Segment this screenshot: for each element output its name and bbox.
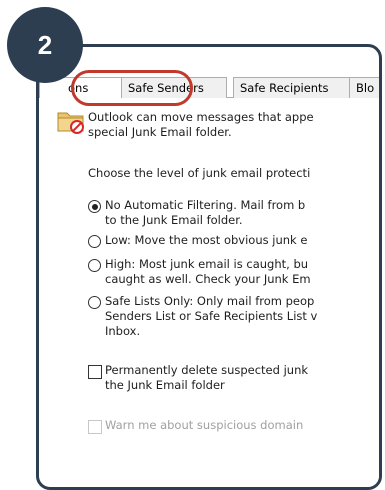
- permanent-delete-line-1: Permanently delete suspected junk: [105, 363, 309, 377]
- warn-suspicious-domain-label: Warn me about suspicious domain: [105, 418, 304, 432]
- radio-no-automatic-filtering[interactable]: [88, 200, 101, 213]
- tab-safe-recipients[interactable]: Safe Recipients: [233, 77, 353, 98]
- junk-folder-icon: [57, 112, 84, 134]
- screenshot-frame: ons Safe Senders Safe Recipients Blo Out…: [36, 44, 382, 490]
- warn-suspicious-domain-checkbox[interactable]: [88, 420, 102, 434]
- intro-line-1: Outlook can move messages that appe: [88, 110, 314, 124]
- level-prompt: Choose the level of junk email protecti: [88, 166, 311, 180]
- radio-low[interactable]: [88, 235, 101, 248]
- option-safe-lists-line-1: Safe Lists Only: Only mail from peop: [105, 294, 315, 308]
- radio-high[interactable]: [88, 259, 101, 272]
- tab-safe-recipients-label: Safe Recipients: [240, 81, 329, 95]
- step-number-badge: 2: [7, 7, 83, 83]
- option-high-line-2: caught as well. Check your Junk Em: [105, 272, 311, 286]
- radio-safe-lists-only[interactable]: [88, 296, 101, 309]
- option-safe-lists-line-3: Inbox.: [105, 324, 141, 338]
- option-no-filter-line-1: No Automatic Filtering. Mail from b: [105, 198, 306, 212]
- tab-blocked-label: Blo: [356, 81, 375, 95]
- option-high-line-1: High: Most junk email is caught, bu: [105, 257, 309, 271]
- junk-email-options-dialog: ons Safe Senders Safe Recipients Blo Out…: [39, 59, 379, 487]
- permanent-delete-line-2: the Junk Email folder: [105, 378, 225, 392]
- option-safe-lists-line-2: Senders List or Safe Recipients List v: [105, 309, 318, 323]
- intro-line-2: special Junk Email folder.: [88, 125, 232, 139]
- option-low-line-1: Low: Move the most obvious junk e: [105, 233, 308, 247]
- tab-blocked-senders[interactable]: Blo: [349, 77, 379, 98]
- permanent-delete-checkbox[interactable]: [88, 365, 102, 379]
- option-no-filter-line-2: to the Junk Email folder.: [105, 213, 243, 227]
- safe-senders-highlight-ring: [71, 70, 193, 106]
